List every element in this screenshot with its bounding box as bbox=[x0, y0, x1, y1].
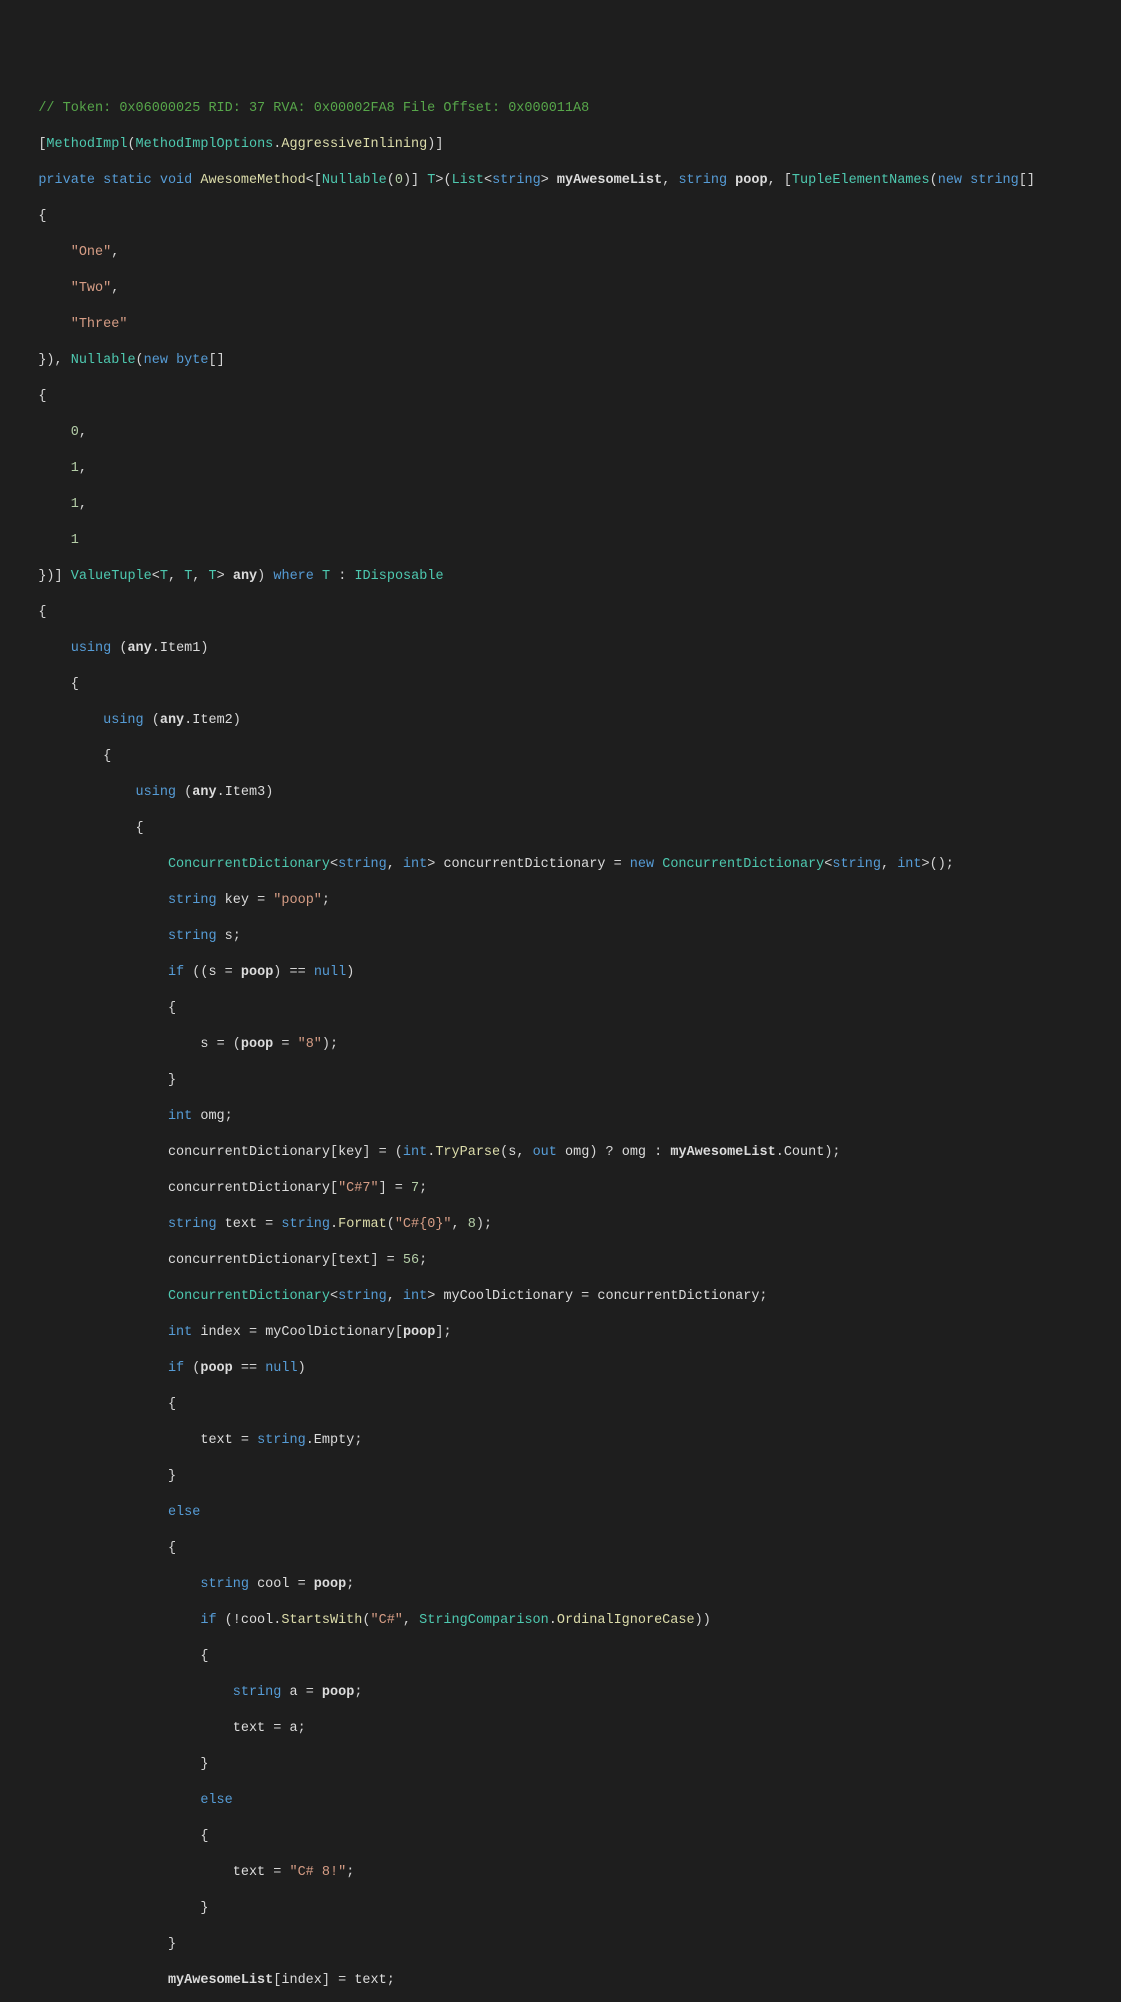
code-line: { bbox=[14, 1828, 1121, 1846]
code-line: private static void AwesomeMethod<[Nulla… bbox=[14, 172, 1121, 190]
code-line: string cool = poop; bbox=[14, 1576, 1121, 1594]
comment: // Token: 0x06000025 RID: 37 RVA: 0x0000… bbox=[38, 101, 589, 116]
code-line: { bbox=[14, 1396, 1121, 1414]
code-line: { bbox=[14, 1540, 1121, 1558]
code-line: concurrentDictionary["C#7"] = 7; bbox=[14, 1180, 1121, 1198]
code-line: if ((s = poop) == null) bbox=[14, 964, 1121, 982]
code-line: if (!cool.StartsWith("C#", StringCompari… bbox=[14, 1612, 1121, 1630]
code-line: s = (poop = "8"); bbox=[14, 1036, 1121, 1054]
code-line: "Two", bbox=[14, 280, 1121, 298]
code-line: } bbox=[14, 1468, 1121, 1486]
code-line: using (any.Item2) bbox=[14, 712, 1121, 730]
code-line: ConcurrentDictionary<string, int> myCool… bbox=[14, 1288, 1121, 1306]
code-line: } bbox=[14, 1072, 1121, 1090]
code-line: string a = poop; bbox=[14, 1684, 1121, 1702]
code-line: 0, bbox=[14, 424, 1121, 442]
code-line: string text = string.Format("C#{0}", 8); bbox=[14, 1216, 1121, 1234]
code-line: { bbox=[14, 208, 1121, 226]
code-line: } bbox=[14, 1900, 1121, 1918]
code-line: else bbox=[14, 1792, 1121, 1810]
code-line: }), Nullable(new byte[] bbox=[14, 352, 1121, 370]
code-line: concurrentDictionary[key] = (int.TryPars… bbox=[14, 1144, 1121, 1162]
code-line: { bbox=[14, 1000, 1121, 1018]
code-line: { bbox=[14, 388, 1121, 406]
code-line: string s; bbox=[14, 928, 1121, 946]
code-line: using (any.Item3) bbox=[14, 784, 1121, 802]
code-line: "Three" bbox=[14, 316, 1121, 334]
code-line: { bbox=[14, 1648, 1121, 1666]
code-line: using (any.Item1) bbox=[14, 640, 1121, 658]
code-line: 1, bbox=[14, 496, 1121, 514]
code-line: text = a; bbox=[14, 1720, 1121, 1738]
code-line: } bbox=[14, 1936, 1121, 1954]
code-line: concurrentDictionary[text] = 56; bbox=[14, 1252, 1121, 1270]
code-line: } bbox=[14, 1756, 1121, 1774]
code-editor[interactable]: // Token: 0x06000025 RID: 37 RVA: 0x0000… bbox=[0, 82, 1121, 2002]
code-line: else bbox=[14, 1504, 1121, 1522]
code-line: { bbox=[14, 676, 1121, 694]
code-line: text = "C# 8!"; bbox=[14, 1864, 1121, 1882]
code-line: text = string.Empty; bbox=[14, 1432, 1121, 1450]
code-line: { bbox=[14, 748, 1121, 766]
code-line: [MethodImpl(MethodImplOptions.Aggressive… bbox=[14, 136, 1121, 154]
code-line: string key = "poop"; bbox=[14, 892, 1121, 910]
code-line: { bbox=[14, 820, 1121, 838]
code-line: myAwesomeList[index] = text; bbox=[14, 1972, 1121, 1990]
code-line: 1, bbox=[14, 460, 1121, 478]
code-line: })] ValueTuple<T, T, T> any) where T : I… bbox=[14, 568, 1121, 586]
code-line: // Token: 0x06000025 RID: 37 RVA: 0x0000… bbox=[14, 100, 1121, 118]
code-line: ConcurrentDictionary<string, int> concur… bbox=[14, 856, 1121, 874]
code-line: int omg; bbox=[14, 1108, 1121, 1126]
code-line: 1 bbox=[14, 532, 1121, 550]
code-line: "One", bbox=[14, 244, 1121, 262]
code-line: { bbox=[14, 604, 1121, 622]
code-line: if (poop == null) bbox=[14, 1360, 1121, 1378]
code-line: int index = myCoolDictionary[poop]; bbox=[14, 1324, 1121, 1342]
